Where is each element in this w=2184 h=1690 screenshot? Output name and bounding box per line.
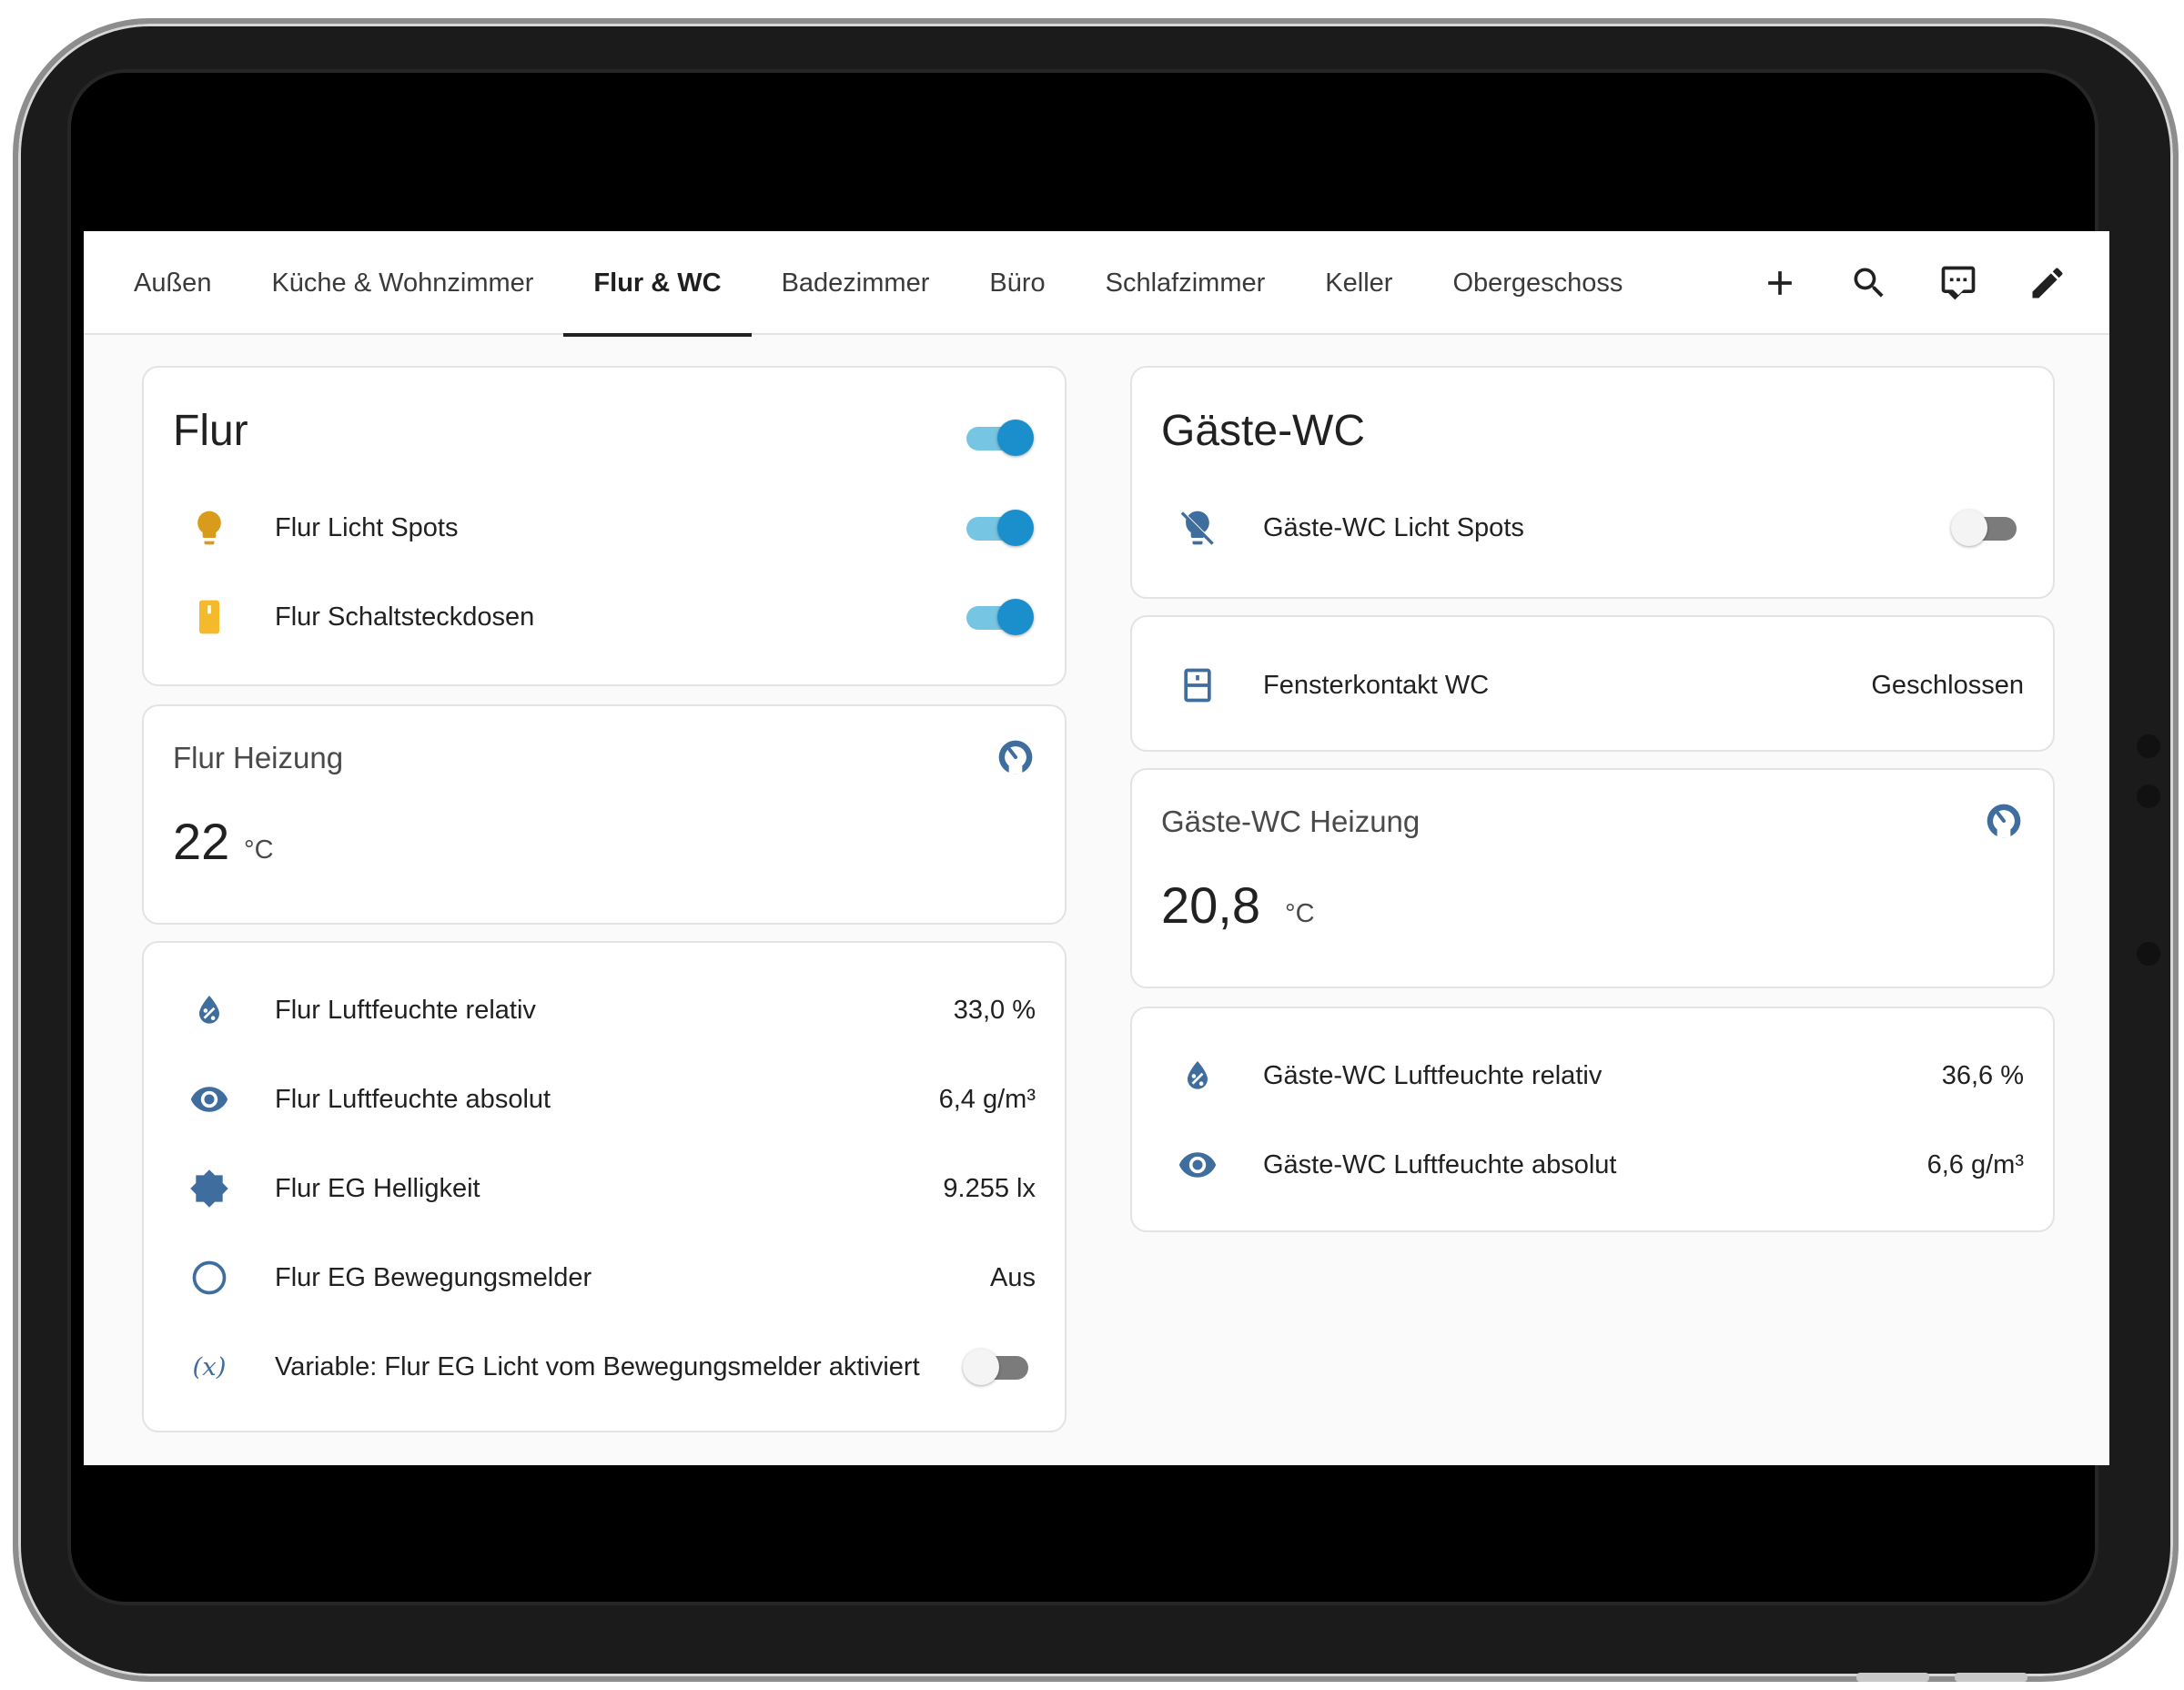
chat-icon[interactable] <box>1936 261 1980 305</box>
flur-licht-spots-toggle[interactable] <box>963 505 1034 551</box>
pencil-icon[interactable] <box>2026 261 2069 305</box>
thermostat-unit: °C <box>1285 899 1315 928</box>
dashboard-screen: Außen Küche & Wohnzimmer Flur & WC Badez… <box>84 231 2109 1465</box>
brightness-icon <box>187 1167 231 1210</box>
thermostat-gauge-icon[interactable] <box>1984 801 2024 841</box>
gaeste-wc-heizung-card[interactable]: Gäste-WC Heizung 20,8 °C <box>1130 768 2055 988</box>
eye-icon <box>187 1078 231 1121</box>
lightbulb-icon <box>187 506 231 550</box>
hardware-button <box>1955 1673 2027 1682</box>
entity-row[interactable]: Fensterkontakt WC Geschlossen <box>1132 658 2053 713</box>
entity-value: 6,6 g/m³ <box>1926 1149 2024 1179</box>
entity-label: Flur Luftfeuchte relativ <box>275 995 536 1025</box>
thermostat-unit: °C <box>244 835 274 865</box>
entity-value: Geschlossen <box>1871 670 2024 700</box>
hardware-button <box>1856 1673 1929 1682</box>
entity-label: Gäste-WC Licht Spots <box>1263 512 1524 542</box>
variable-toggle[interactable] <box>963 1344 1034 1390</box>
svg-text:(x): (x) <box>193 1352 227 1381</box>
entity-label: Gäste-WC Luftfeuchte relativ <box>1263 1060 1603 1090</box>
thermostat-value: 22 <box>173 813 230 870</box>
entity-row[interactable]: Flur Licht Spots <box>144 501 1065 555</box>
tab-schlafzimmer[interactable]: Schlafzimmer <box>1076 231 1296 335</box>
fensterkontakt-card: Fensterkontakt WC Geschlossen <box>1130 615 2055 752</box>
entity-row[interactable]: Gäste-WC Luftfeuchte absolut 6,6 g/m³ <box>1132 1138 2053 1192</box>
entity-row[interactable]: Flur EG Helligkeit 9.255 lx <box>144 1161 1065 1216</box>
tab-kueche-wohnzimmer[interactable]: Küche & Wohnzimmer <box>241 231 563 335</box>
thermostat-gauge-icon[interactable] <box>996 737 1036 777</box>
entity-label: Flur Licht Spots <box>275 512 459 542</box>
water-percent-icon <box>187 988 231 1032</box>
entity-row[interactable]: Gäste-WC Licht Spots <box>1132 501 2053 555</box>
entity-value: 36,6 % <box>1941 1060 2024 1090</box>
camera-dot <box>2137 734 2160 758</box>
entity-row[interactable]: (x) Variable: Flur EG Licht vom Bewegung… <box>144 1340 1065 1394</box>
eye-icon <box>1176 1143 1219 1187</box>
gaeste-wc-licht-spots-toggle[interactable] <box>1951 505 2022 551</box>
tab-keller[interactable]: Keller <box>1295 231 1422 335</box>
entity-label: Flur EG Helligkeit <box>275 1173 480 1203</box>
card-title: Gäste-WC <box>1161 407 1366 455</box>
entity-row[interactable]: Flur Schaltsteckdosen <box>144 590 1065 644</box>
flur-schaltsteckdosen-toggle[interactable] <box>963 594 1034 640</box>
entity-value: 33,0 % <box>953 995 1036 1025</box>
entity-row[interactable]: Flur Luftfeuchte relativ 33,0 % <box>144 983 1065 1037</box>
tab-aussen[interactable]: Außen <box>104 231 241 335</box>
tab-badezimmer[interactable]: Badezimmer <box>752 231 960 335</box>
entity-label: Fensterkontakt WC <box>1263 670 1490 700</box>
gaeste-wc-sensors-card: Gäste-WC Luftfeuchte relativ 36,6 % Gäst… <box>1130 1007 2055 1232</box>
entity-row[interactable]: Gäste-WC Luftfeuchte relativ 36,6 % <box>1132 1048 2053 1103</box>
entity-value: Aus <box>990 1262 1036 1292</box>
gaeste-wc-entities-card: Gäste-WC Gäste-WC Licht Spots <box>1130 366 2055 599</box>
window-closed-icon <box>1176 663 1219 707</box>
tab-flur-wc[interactable]: Flur & WC <box>563 231 752 337</box>
flur-sensors-card: Flur Luftfeuchte relativ 33,0 % Flur Luf… <box>142 941 1067 1432</box>
entity-label: Variable: Flur EG Licht vom Bewegungsmel… <box>275 1351 920 1381</box>
camera-dot <box>2137 942 2160 966</box>
card-title: Flur <box>173 407 248 455</box>
variable-icon: (x) <box>187 1345 231 1389</box>
entity-label: Flur Luftfeuchte absolut <box>275 1084 551 1114</box>
search-icon[interactable] <box>1847 261 1891 305</box>
top-toolbar: Außen Küche & Wohnzimmer Flur & WC Badez… <box>84 231 2109 337</box>
thermostat-name: Gäste-WC Heizung <box>1161 805 1421 838</box>
thermostat-value: 20,8 <box>1161 876 1260 934</box>
water-percent-icon <box>1176 1054 1219 1098</box>
lightbulb-off-icon <box>1176 506 1219 550</box>
entity-value: 6,4 g/m³ <box>938 1084 1036 1114</box>
flur-heizung-card[interactable]: Flur Heizung 22 °C <box>142 704 1067 925</box>
toolbar-actions <box>1758 231 2069 335</box>
entity-label: Flur EG Bewegungsmelder <box>275 1262 592 1292</box>
tab-obergeschoss[interactable]: Obergeschoss <box>1422 231 1653 335</box>
entity-row[interactable]: Flur Luftfeuchte absolut 6,4 g/m³ <box>144 1072 1065 1127</box>
entity-row[interactable]: Flur EG Bewegungsmelder Aus <box>144 1250 1065 1305</box>
entity-label: Gäste-WC Luftfeuchte absolut <box>1263 1149 1617 1179</box>
tab-buero[interactable]: Büro <box>959 231 1075 335</box>
circle-outline-icon <box>187 1256 231 1300</box>
flur-entities-card: Flur Flur Licht Spots Flur Schaltsteckdo… <box>142 366 1067 686</box>
outlet-icon <box>187 595 231 639</box>
camera-dot <box>2137 784 2160 808</box>
entity-value: 9.255 lx <box>943 1173 1036 1203</box>
flur-master-toggle[interactable] <box>963 415 1034 460</box>
plus-icon[interactable] <box>1758 261 1802 305</box>
view-tabs: Außen Küche & Wohnzimmer Flur & WC Badez… <box>104 231 1653 337</box>
thermostat-name: Flur Heizung <box>173 741 344 774</box>
entity-label: Flur Schaltsteckdosen <box>275 602 535 632</box>
